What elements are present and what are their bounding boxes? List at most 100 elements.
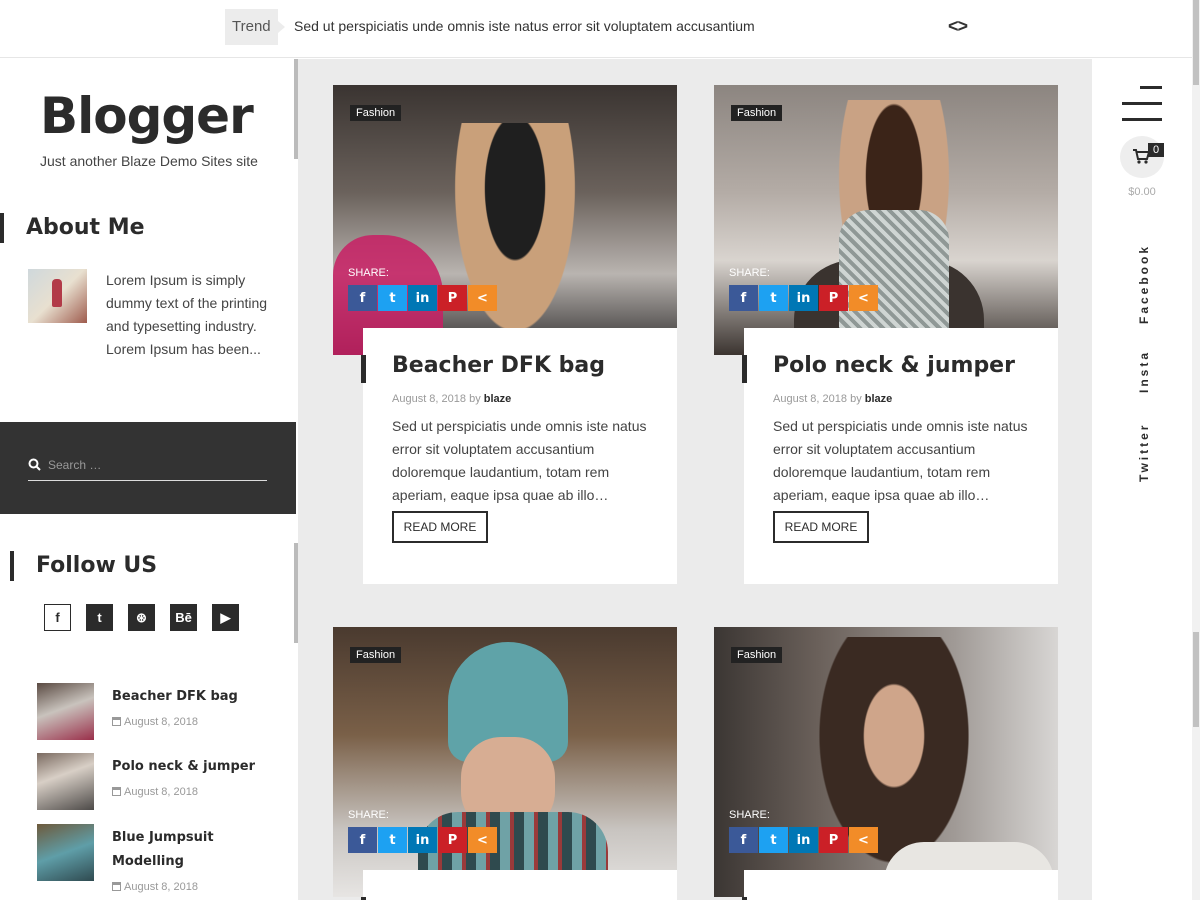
recent-post-date: August 8, 2018 — [112, 881, 198, 893]
trending-headline-link[interactable]: Sed ut perspiciatis unde omnis iste natu… — [294, 18, 755, 34]
page-scrollbar-thumb[interactable] — [1193, 0, 1199, 85]
linkedin-share-icon[interactable]: in — [789, 827, 818, 853]
recent-post-title[interactable]: Polo neck & jumper — [112, 755, 262, 779]
post-title[interactable]: Beacher DFK bag — [392, 353, 605, 378]
twitter-share-icon[interactable]: t — [378, 285, 407, 311]
post-date: August 8, 2018 — [392, 393, 467, 405]
recent-post-title[interactable]: Blue Jumpsuit Modelling — [112, 826, 262, 874]
social-links: f t ⊛ Bē ▶ — [44, 604, 239, 631]
trend-nav-arrows[interactable]: <> — [948, 16, 968, 37]
share-label: SHARE: — [348, 809, 389, 821]
linkedin-share-icon[interactable]: in — [408, 827, 437, 853]
facebook-icon[interactable]: f — [44, 604, 71, 631]
twitter-share-icon[interactable]: t — [378, 827, 407, 853]
category-badge[interactable]: Fashion — [731, 647, 783, 663]
dribbble-icon[interactable]: ⊛ — [128, 604, 155, 631]
post-image[interactable]: Fashion SHARE: f t in P < — [333, 85, 677, 355]
search-underline — [28, 480, 267, 481]
about-me-text: Lorem Ipsum is simply dummy text of the … — [106, 272, 268, 357]
about-me-image — [28, 269, 87, 323]
search-input[interactable] — [48, 455, 263, 475]
recent-post-thumbnail[interactable] — [37, 824, 94, 881]
facebook-share-icon[interactable]: f — [348, 285, 377, 311]
twitter-icon[interactable]: t — [86, 604, 113, 631]
pinterest-share-icon[interactable]: P — [438, 827, 467, 853]
pinterest-share-icon[interactable]: P — [438, 285, 467, 311]
about-me-heading: About Me — [0, 213, 145, 243]
recent-post-item[interactable]: Blue Jumpsuit Modelling August 8, 2018 — [37, 824, 267, 893]
post-author[interactable]: blaze — [484, 393, 512, 405]
recent-post-item[interactable]: Beacher DFK bag August 8, 2018 — [37, 683, 267, 743]
calendar-icon — [112, 787, 121, 796]
post-image[interactable]: Fashion SHARE: f t in P < — [714, 85, 1058, 355]
recent-post-thumbnail[interactable] — [37, 683, 94, 740]
category-badge[interactable]: Fashion — [731, 105, 783, 121]
recent-post-date: August 8, 2018 — [112, 716, 198, 728]
menu-line — [1122, 118, 1162, 121]
post-body — [742, 870, 1058, 900]
post-body: Polo neck & jumper August 8, 2018 by bla… — [742, 328, 1058, 584]
more-share-icon[interactable]: < — [468, 285, 497, 311]
right-rail: 0 $0.00 Facebook Insta Twitter — [1092, 59, 1192, 900]
trend-label: Trend — [225, 9, 285, 45]
hamburger-menu-icon[interactable] — [1122, 86, 1162, 122]
post-body: Beacher DFK bag August 8, 2018 by blaze … — [361, 328, 677, 584]
linkedin-share-icon[interactable]: in — [789, 285, 818, 311]
share-label: SHARE: — [729, 809, 770, 821]
insta-vertical-link[interactable]: Insta — [1137, 350, 1151, 393]
twitter-vertical-link[interactable]: Twitter — [1137, 423, 1151, 482]
post-image[interactable]: Fashion SHARE: f t in P < — [333, 627, 677, 897]
facebook-share-icon[interactable]: f — [729, 285, 758, 311]
menu-line — [1122, 102, 1162, 105]
category-badge[interactable]: Fashion — [350, 105, 402, 121]
facebook-share-icon[interactable]: f — [348, 827, 377, 853]
linkedin-share-icon[interactable]: in — [408, 285, 437, 311]
cart-count-badge: 0 — [1148, 143, 1164, 157]
trending-bar: Trend Sed ut perspiciatis unde omnis ist… — [0, 0, 1192, 58]
post-meta: August 8, 2018 by blaze — [392, 393, 511, 405]
pinterest-share-icon[interactable]: P — [819, 827, 848, 853]
youtube-icon[interactable]: ▶ — [212, 604, 239, 631]
category-badge[interactable]: Fashion — [350, 647, 402, 663]
page-scrollbar-thumb-lower[interactable] — [1193, 632, 1199, 727]
post-image[interactable]: Fashion SHARE: f t in P < — [714, 627, 1058, 897]
share-label: SHARE: — [729, 267, 770, 279]
post-grid: Fashion SHARE: f t in P < Beacher DFK ba… — [298, 59, 1092, 900]
more-share-icon[interactable]: < — [849, 285, 878, 311]
left-sidebar: Blogger Just another Blaze Demo Sites si… — [0, 59, 296, 900]
post-author[interactable]: blaze — [865, 393, 893, 405]
calendar-icon — [112, 882, 121, 891]
pinterest-share-icon[interactable]: P — [819, 285, 848, 311]
menu-line — [1140, 86, 1162, 89]
post-title[interactable]: Polo neck & jumper — [773, 353, 1015, 378]
read-more-button[interactable]: READ MORE — [773, 511, 869, 543]
share-buttons: f t in P < — [348, 285, 497, 311]
share-buttons: f t in P < — [729, 827, 878, 853]
twitter-share-icon[interactable]: t — [759, 827, 788, 853]
behance-icon[interactable]: Bē — [170, 604, 197, 631]
share-buttons: f t in P < — [348, 827, 497, 853]
search-widget — [0, 422, 296, 514]
post-excerpt: Sed ut perspiciatis unde omnis iste natu… — [392, 418, 647, 503]
post-date: August 8, 2018 — [773, 393, 848, 405]
facebook-share-icon[interactable]: f — [729, 827, 758, 853]
search-icon[interactable] — [28, 458, 41, 471]
facebook-vertical-link[interactable]: Facebook — [1137, 244, 1151, 324]
title-accent-bar — [361, 355, 366, 383]
site-logo[interactable]: Blogger — [40, 87, 254, 145]
cart-total: $0.00 — [1128, 186, 1156, 198]
recent-post-date-text: August 8, 2018 — [124, 881, 199, 893]
page-scrollbar[interactable] — [1192, 0, 1200, 900]
follow-us-heading: Follow US — [10, 551, 157, 581]
recent-post-thumbnail[interactable] — [37, 753, 94, 810]
post-by: by — [469, 393, 481, 405]
recent-post-item[interactable]: Polo neck & jumper August 8, 2018 — [37, 753, 267, 813]
post-body — [361, 870, 677, 900]
twitter-share-icon[interactable]: t — [759, 285, 788, 311]
read-more-button[interactable]: READ MORE — [392, 511, 488, 543]
more-share-icon[interactable]: < — [849, 827, 878, 853]
post-meta: August 8, 2018 by blaze — [773, 393, 892, 405]
recent-post-title[interactable]: Beacher DFK bag — [112, 685, 262, 709]
post-by: by — [850, 393, 862, 405]
more-share-icon[interactable]: < — [468, 827, 497, 853]
